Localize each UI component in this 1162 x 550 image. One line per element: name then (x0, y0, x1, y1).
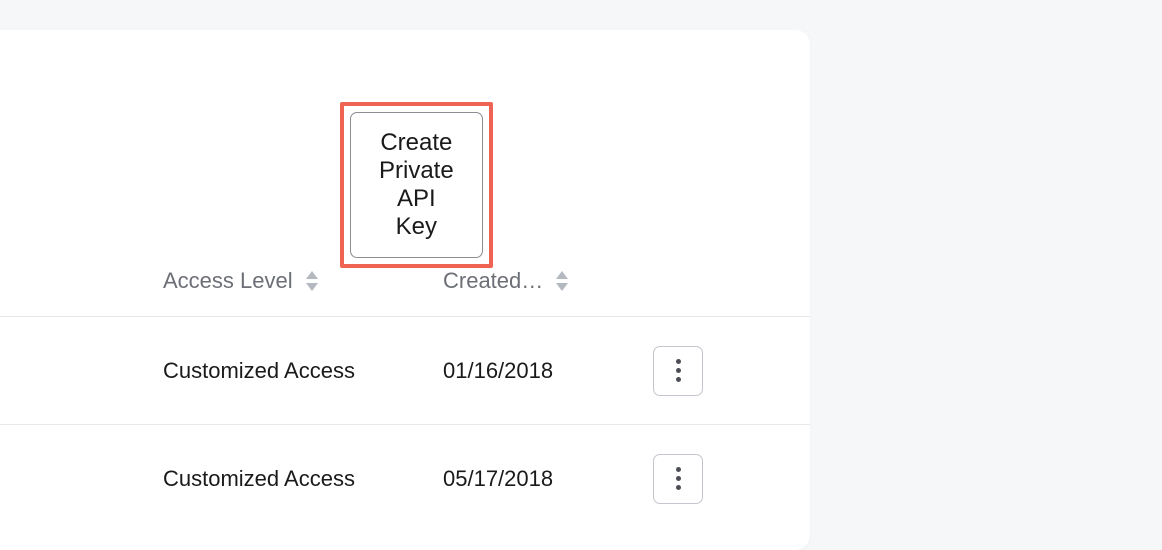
sort-icon (555, 271, 569, 291)
cell-access-level: Customized Access (163, 466, 443, 492)
kebab-icon (676, 359, 681, 382)
table-row: Customized Access 01/16/2018 (0, 316, 810, 424)
column-header-label: Access Level (163, 268, 293, 294)
api-keys-panel: Create Private API Key Access Level Crea… (0, 30, 810, 550)
create-private-api-key-button[interactable]: Create Private API Key (350, 112, 483, 258)
table-row: Customized Access 05/17/2018 (0, 424, 810, 532)
row-actions-button[interactable] (653, 454, 703, 504)
table-header-row: Access Level Created… (0, 268, 810, 316)
row-actions-button[interactable] (653, 346, 703, 396)
kebab-icon (676, 467, 681, 490)
cell-created: 05/17/2018 (443, 466, 653, 492)
column-header-created[interactable]: Created… (443, 268, 653, 294)
column-header-access-level[interactable]: Access Level (163, 268, 443, 294)
sort-icon (305, 271, 319, 291)
cell-created: 01/16/2018 (443, 358, 653, 384)
highlight-annotation: Create Private API Key (340, 102, 493, 268)
column-header-label: Created… (443, 268, 543, 294)
cell-access-level: Customized Access (163, 358, 443, 384)
api-keys-table: Access Level Created… Customized Access … (0, 268, 810, 532)
